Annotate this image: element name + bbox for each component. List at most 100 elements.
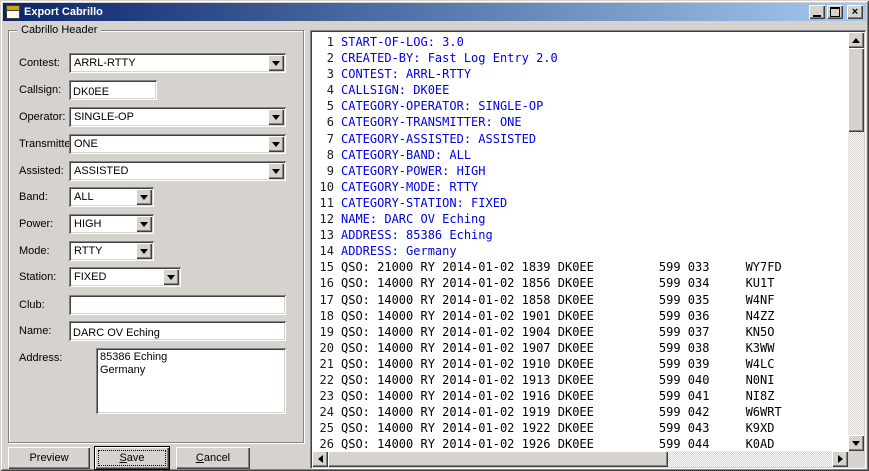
contest-combo[interactable]: ARRL-RTTY [69, 53, 286, 73]
operator-combo[interactable]: SINGLE-OP [69, 107, 286, 127]
chevron-down-icon[interactable] [136, 243, 152, 259]
transmitter-combo[interactable]: ONE [69, 134, 286, 154]
line-text: CATEGORY-OPERATOR: SINGLE-OP [341, 99, 543, 113]
line-number: 19 [312, 324, 334, 340]
log-line: 10CATEGORY-MODE: RTTY [312, 179, 848, 195]
vertical-scroll-thumb[interactable] [848, 48, 864, 132]
log-line: 2 CREATED-BY: Fast Log Entry 2.0 [312, 50, 848, 66]
line-number: 14 [312, 243, 334, 259]
export-cabrillo-dialog: Export Cabrillo × Cabrillo Header Contes… [0, 0, 869, 471]
preview-button[interactable]: Preview [8, 447, 90, 469]
band-combo[interactable]: ALL [69, 187, 154, 207]
window-title: Export Cabrillo [24, 6, 809, 18]
mode-combo[interactable]: RTTY [69, 241, 154, 261]
power-value: HIGH [74, 218, 102, 230]
horizontal-scroll-thumb[interactable] [328, 451, 668, 467]
log-line: 12 NAME: DARC OV Eching [312, 211, 848, 227]
scroll-right-button[interactable] [832, 451, 848, 467]
line-number: 18 [312, 308, 334, 324]
log-line: 17QSO: 14000 RY 2014-01-02 1858 DK0EE 59… [312, 292, 848, 308]
chevron-down-icon[interactable] [163, 269, 179, 285]
chevron-down-icon[interactable] [268, 109, 284, 125]
row-callsign: Callsign: [9, 80, 303, 100]
line-text: CATEGORY-BAND: ALL [341, 148, 471, 162]
horizontal-scrollbar[interactable] [312, 451, 848, 467]
row-mode: Mode: RTTY [9, 241, 303, 261]
triangle-down-icon [272, 142, 280, 147]
log-line: 15 QSO: 21000 RY 2014-01-02 1839 DK0EE 59… [312, 259, 848, 275]
line-text: CATEGORY-MODE: RTTY [341, 180, 478, 194]
log-line: 6 CATEGORY-TRANSMITTER: ONE [312, 114, 848, 130]
minimize-button[interactable] [809, 5, 825, 19]
triangle-up-icon [852, 38, 860, 43]
log-line: 4CALLSIGN: DK0EE [312, 82, 848, 98]
log-line: 23QSO: 14000 RY 2014-01-02 1916 DK0EE 59… [312, 388, 848, 404]
station-label: Station: [19, 271, 56, 283]
line-number: 17 [312, 292, 334, 308]
log-line: 18QSO: 14000 RY 2014-01-02 1901 DK0EE 59… [312, 308, 848, 324]
contest-value: ARRL-RTTY [74, 57, 136, 69]
address-textarea[interactable]: 85386 Eching Germany [96, 348, 286, 414]
log-line: 7CATEGORY-ASSISTED: ASSISTED [312, 131, 848, 147]
log-line: 26QSO: 14000 RY 2014-01-02 1926 DK0EE 59… [312, 436, 848, 451]
line-number: 9 [312, 163, 334, 179]
save-button[interactable]: Save [95, 447, 169, 469]
row-transmitter: Transmitter: ONE [9, 134, 303, 154]
line-text: QSO: 14000 RY 2014-01-02 1910 DK0EE 599 … [341, 357, 774, 371]
operator-value: SINGLE-OP [74, 111, 134, 123]
name-input[interactable] [69, 321, 286, 341]
row-contest: Contest: ARRL-RTTY [9, 53, 303, 73]
scroll-left-button[interactable] [312, 451, 328, 467]
close-button[interactable]: × [847, 5, 863, 19]
vertical-scrollbar[interactable] [848, 32, 864, 451]
line-text: CATEGORY-TRANSMITTER: ONE [341, 115, 522, 129]
club-input[interactable] [69, 295, 286, 315]
line-text: CREATED-BY: Fast Log Entry 2.0 [341, 51, 558, 65]
chevron-down-icon[interactable] [268, 136, 284, 152]
titlebar[interactable]: Export Cabrillo × [3, 3, 866, 21]
triangle-down-icon [272, 61, 280, 66]
line-number: 25 [312, 420, 334, 436]
log-line: 16QSO: 14000 RY 2014-01-02 1856 DK0EE 59… [312, 275, 848, 291]
line-text: QSO: 14000 RY 2014-01-02 1913 DK0EE 599 … [341, 373, 774, 387]
row-name: Name: [9, 321, 303, 341]
maximize-icon [830, 7, 840, 17]
line-text: NAME: DARC OV Eching [341, 212, 486, 226]
assisted-value: ASSISTED [74, 165, 128, 177]
scroll-down-button[interactable] [848, 435, 864, 451]
assisted-label: Assisted: [19, 165, 64, 177]
row-power: Power: HIGH [9, 214, 303, 234]
line-number: 8 [312, 147, 334, 163]
line-number: 12 [312, 211, 334, 227]
power-label: Power: [19, 218, 53, 230]
line-text: QSO: 21000 RY 2014-01-02 1839 DK0EE 599 … [341, 260, 782, 274]
line-number: 22 [312, 372, 334, 388]
cancel-button[interactable]: Cancel [176, 447, 250, 469]
chevron-down-icon[interactable] [136, 216, 152, 232]
line-number: 2 [312, 50, 334, 66]
app-icon [6, 5, 20, 19]
callsign-input[interactable] [69, 80, 157, 100]
band-value: ALL [74, 191, 94, 203]
line-number: 5 [312, 98, 334, 114]
station-combo[interactable]: FIXED [69, 267, 181, 287]
scrollbar-corner [848, 451, 864, 467]
log-line: 14ADDRESS: Germany [312, 243, 848, 259]
line-text: QSO: 14000 RY 2014-01-02 1856 DK0EE 599 … [341, 276, 774, 290]
line-text: CALLSIGN: DK0EE [341, 83, 449, 97]
line-number: 21 [312, 356, 334, 372]
assisted-combo[interactable]: ASSISTED [69, 161, 286, 181]
cancel-button-label: Cancel [196, 452, 230, 464]
line-number: 15 [312, 259, 334, 275]
line-number: 13 [312, 227, 334, 243]
maximize-button[interactable] [827, 5, 843, 19]
chevron-down-icon[interactable] [268, 55, 284, 71]
line-text: START-OF-LOG: 3.0 [341, 35, 464, 49]
club-label: Club: [19, 299, 45, 311]
chevron-down-icon[interactable] [136, 189, 152, 205]
scroll-up-button[interactable] [848, 32, 864, 48]
power-combo[interactable]: HIGH [69, 214, 154, 234]
log-editor[interactable]: 1START-OF-LOG: 3.02CREATED-BY: Fast Log … [312, 32, 848, 451]
chevron-down-icon[interactable] [268, 163, 284, 179]
line-number: 6 [312, 114, 334, 130]
